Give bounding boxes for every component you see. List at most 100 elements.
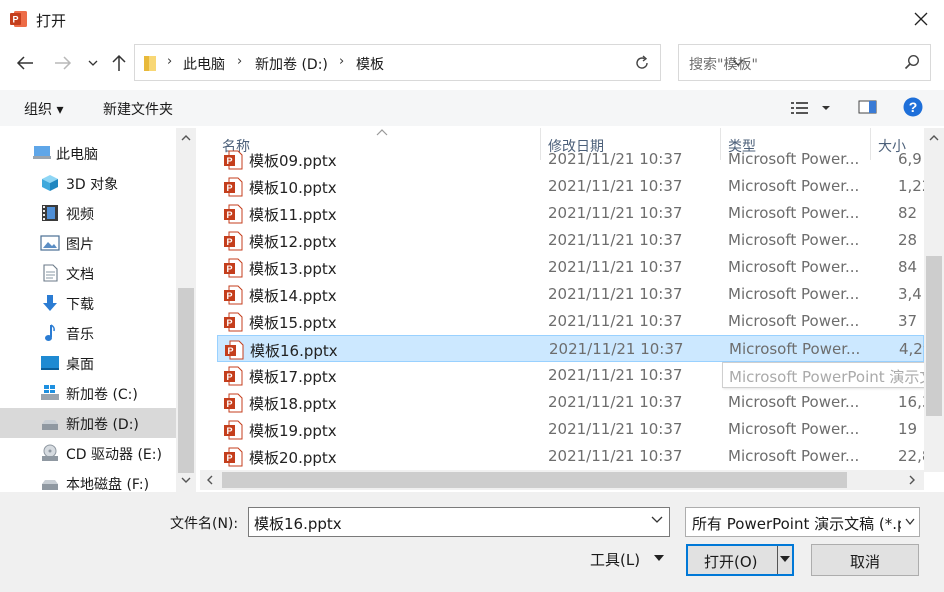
breadcrumb-drive-d[interactable]: 新加卷 (D:) <box>255 54 328 74</box>
file-name: 模板10.pptx <box>249 179 337 197</box>
sidebar-item-videos[interactable]: 视频 <box>0 198 176 228</box>
file-size: 82 <box>898 204 918 222</box>
file-name: 模板17.pptx <box>249 368 337 386</box>
file-name: 模板13.pptx <box>249 260 337 278</box>
file-type: Microsoft Power... <box>728 312 860 330</box>
file-type: Microsoft Power... <box>728 150 860 168</box>
file-row[interactable]: P 模板15.pptx 2021/11/21 10:37 Microsoft Powe… <box>217 308 924 335</box>
file-name: 模板15.pptx <box>249 314 337 332</box>
scroll-thumb[interactable] <box>178 288 194 473</box>
forward-button[interactable] <box>50 50 76 76</box>
address-bar[interactable]: › 此电脑 › 新加卷 (D:) › 模板 <box>134 44 744 81</box>
drive-icon <box>42 420 58 430</box>
sidebar-item-label: 3D 对象 <box>66 177 119 193</box>
new-folder-button[interactable]: 新建文件夹 <box>103 99 173 119</box>
file-date: 2021/11/21 10:37 <box>548 258 683 276</box>
organize-button[interactable]: 组织 ▾ <box>24 99 63 119</box>
open-button[interactable]: 打开(O) <box>686 544 794 576</box>
file-row[interactable]: P 模板10.pptx 2021/11/21 10:37 Microsoft Powe… <box>217 173 924 200</box>
close-button[interactable] <box>898 0 944 38</box>
sidebar-item-documents[interactable]: 文档 <box>0 258 176 288</box>
video-icon <box>42 205 58 221</box>
sidebar-item-cd-drive[interactable]: CD 驱动器 (E:) <box>0 438 176 468</box>
file-row[interactable]: P 模板18.pptx 2021/11/21 10:37 Microsoft Powe… <box>217 389 924 416</box>
pptx-file-icon: P <box>224 177 243 197</box>
sidebar-item-pictures[interactable]: 图片 <box>0 228 176 258</box>
breadcrumb-this-pc[interactable]: 此电脑 <box>183 54 225 74</box>
triangle-down-icon[interactable] <box>780 556 790 562</box>
file-date: 2021/11/21 10:37 <box>548 150 683 168</box>
file-row[interactable]: P 模板12.pptx 2021/11/21 10:37 Microsoft Powe… <box>217 227 924 254</box>
file-row[interactable]: P 模板20.pptx 2021/11/21 10:37 Microsoft Powe… <box>217 443 924 470</box>
triangle-down-icon[interactable] <box>654 555 664 561</box>
file-row[interactable]: P 模板11.pptx 2021/11/21 10:37 Microsoft Powe… <box>217 200 924 227</box>
file-list-scrollbar[interactable] <box>924 128 944 472</box>
filename-input[interactable]: 模板16.pptx <box>248 507 670 537</box>
breadcrumb-separator[interactable]: › <box>167 54 172 69</box>
file-row[interactable]: P 模板13.pptx 2021/11/21 10:37 Microsoft Powe… <box>217 254 924 281</box>
breadcrumb-separator[interactable]: › <box>339 54 344 69</box>
navigation-pane: 此电脑 3D 对象 视频 图片 文档 下载 音乐 桌面 新加卷 (C:) 新加卷… <box>0 128 196 492</box>
svg-text:P: P <box>226 156 232 166</box>
breadcrumb-separator[interactable]: › <box>237 54 242 69</box>
chevron-down-icon[interactable] <box>651 516 663 524</box>
horizontal-scrollbar[interactable] <box>200 470 924 490</box>
svg-text:P: P <box>12 15 18 25</box>
up-button[interactable] <box>106 50 132 76</box>
refresh-button[interactable] <box>623 44 661 81</box>
search-input[interactable]: 搜索"模板" <box>678 44 931 81</box>
file-row[interactable]: P 模板09.pptx 2021/11/21 10:37 Microsoft Powe… <box>217 146 924 173</box>
recent-locations-button[interactable] <box>80 50 106 76</box>
details-view-icon <box>791 102 830 114</box>
folder-icon <box>144 56 156 71</box>
back-button[interactable] <box>12 50 38 76</box>
pptx-file-icon: P <box>224 231 243 251</box>
sidebar-item-3d-objects[interactable]: 3D 对象 <box>0 168 176 198</box>
scroll-down-icon <box>181 477 191 483</box>
file-size: 37 <box>898 312 918 330</box>
sidebar-item-desktop[interactable]: 桌面 <box>0 348 176 378</box>
title-bar: P 打开 <box>0 0 944 40</box>
sidebar-item-this-pc[interactable]: 此电脑 <box>0 138 176 168</box>
pptx-file-icon: P <box>224 393 243 413</box>
sidebar-item-drive-c[interactable]: 新加卷 (C:) <box>0 378 176 408</box>
file-date: 2021/11/21 10:37 <box>549 340 684 358</box>
filename-label: 文件名(N): <box>170 516 239 532</box>
filename-value[interactable]: 模板16.pptx <box>254 513 342 534</box>
document-icon <box>43 264 58 282</box>
window-title: 打开 <box>36 12 67 30</box>
file-date: 2021/11/21 10:37 <box>548 204 683 222</box>
tooltip: Microsoft PowerPoint 演示文稿 <box>722 362 944 388</box>
sidebar-item-label: 音乐 <box>66 327 94 343</box>
sidebar-scrollbar[interactable] <box>176 128 196 492</box>
sidebar-item-drive-f[interactable]: 本地磁盘 (F:) <box>0 468 176 492</box>
scroll-right-icon <box>909 475 915 485</box>
svg-text:P: P <box>226 264 232 274</box>
file-row[interactable]: P 模板19.pptx 2021/11/21 10:37 Microsoft Powe… <box>217 416 924 443</box>
tools-button[interactable]: 工具(L) <box>590 549 640 570</box>
svg-text:P: P <box>226 399 232 409</box>
preview-pane-button[interactable] <box>858 99 878 119</box>
file-type: Microsoft Power... <box>728 285 860 303</box>
sidebar-item-drive-d[interactable]: 新加卷 (D:) <box>0 408 176 438</box>
file-type-select[interactable]: 所有 PowerPoint 演示文稿 (*.p <box>685 507 920 537</box>
file-name: 模板16.pptx <box>250 342 338 360</box>
file-row[interactable]: P 模板14.pptx 2021/11/21 10:37 Microsoft Powe… <box>217 281 924 308</box>
dialog-footer: 文件名(N): 模板16.pptx 所有 PowerPoint 演示文稿 (*.… <box>0 492 944 592</box>
sidebar-item-label: 新加卷 (D:) <box>66 417 139 433</box>
cancel-button[interactable]: 取消 <box>811 544 919 576</box>
file-size: 22,8 <box>898 447 924 465</box>
sidebar-item-downloads[interactable]: 下载 <box>0 288 176 318</box>
scroll-thumb[interactable] <box>222 472 847 488</box>
breadcrumb-templates[interactable]: 模板 <box>356 54 384 74</box>
sidebar-item-label: 文档 <box>66 267 94 283</box>
svg-text:P: P <box>226 453 232 463</box>
file-date: 2021/11/21 10:37 <box>548 177 683 195</box>
scroll-thumb[interactable] <box>926 256 942 416</box>
view-options-button[interactable] <box>790 100 834 120</box>
help-button[interactable]: ? <box>903 97 923 121</box>
sidebar-item-label: 图片 <box>66 237 94 253</box>
file-type-dropdown[interactable] <box>901 508 919 536</box>
file-row[interactable]: P 模板16.pptx 2021/11/21 10:37 Microsoft Powe… <box>217 335 924 362</box>
sidebar-item-music[interactable]: 音乐 <box>0 318 176 348</box>
